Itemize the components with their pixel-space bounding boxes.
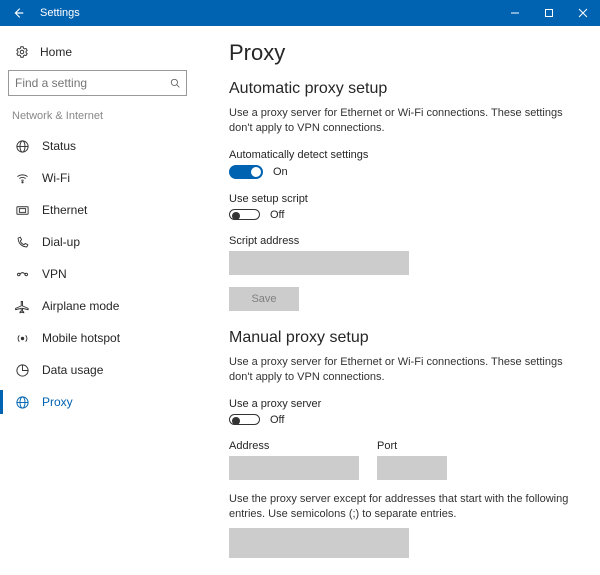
data-usage-icon bbox=[14, 362, 30, 378]
globe-icon bbox=[14, 394, 30, 410]
sidebar-item-label: Ethernet bbox=[42, 203, 87, 217]
titlebar-left: Settings bbox=[0, 0, 80, 26]
app-title: Settings bbox=[40, 7, 80, 19]
vpn-icon bbox=[14, 266, 30, 282]
airplane-icon bbox=[14, 298, 30, 314]
sidebar-item-vpn[interactable]: VPN bbox=[8, 258, 187, 290]
sidebar-item-label: VPN bbox=[42, 267, 67, 281]
hotspot-icon bbox=[14, 330, 30, 346]
close-button[interactable] bbox=[566, 0, 600, 26]
sidebar-item-label: Mobile hotspot bbox=[42, 331, 120, 345]
maximize-icon bbox=[544, 8, 554, 18]
dialup-icon bbox=[14, 234, 30, 250]
sidebar-item-ethernet[interactable]: Ethernet bbox=[8, 194, 187, 226]
auto-heading: Automatic proxy setup bbox=[229, 80, 580, 98]
sidebar-item-label: Dial-up bbox=[42, 235, 80, 249]
detect-label: Automatically detect settings bbox=[229, 149, 580, 161]
auto-desc: Use a proxy server for Ethernet or Wi-Fi… bbox=[229, 106, 569, 137]
sidebar-item-proxy[interactable]: Proxy bbox=[8, 386, 187, 418]
search-icon bbox=[170, 77, 180, 89]
sidebar-item-label: Proxy bbox=[42, 395, 73, 409]
titlebar: Settings bbox=[0, 0, 600, 26]
sidebar-item-label: Data usage bbox=[42, 363, 103, 377]
script-toggle[interactable] bbox=[229, 209, 260, 220]
port-label: Port bbox=[377, 440, 447, 452]
detect-toggle[interactable] bbox=[229, 165, 263, 179]
script-toggle-state: Off bbox=[270, 209, 284, 221]
home-label: Home bbox=[40, 45, 72, 59]
search-input-wrap[interactable] bbox=[8, 70, 187, 96]
script-toggle-label: Use setup script bbox=[229, 193, 580, 205]
detect-state: On bbox=[273, 166, 288, 178]
manual-desc: Use a proxy server for Ethernet or Wi-Fi… bbox=[229, 355, 569, 386]
sidebar-item-dialup[interactable]: Dial-up bbox=[8, 226, 187, 258]
address-label: Address bbox=[229, 440, 359, 452]
address-input[interactable] bbox=[229, 456, 359, 480]
exceptions-input[interactable] bbox=[229, 528, 409, 558]
minimize-icon bbox=[510, 8, 520, 18]
ethernet-icon bbox=[14, 202, 30, 218]
page-title: Proxy bbox=[229, 40, 580, 66]
gear-icon bbox=[14, 44, 30, 60]
port-input[interactable] bbox=[377, 456, 447, 480]
back-button[interactable] bbox=[0, 0, 36, 26]
search-input[interactable] bbox=[15, 76, 170, 90]
use-proxy-state: Off bbox=[270, 414, 284, 426]
window-controls bbox=[498, 0, 600, 26]
sidebar-item-airplane[interactable]: Airplane mode bbox=[8, 290, 187, 322]
except-desc: Use the proxy server except for addresse… bbox=[229, 492, 569, 523]
manual-heading: Manual proxy setup bbox=[229, 329, 580, 347]
script-addr-label: Script address bbox=[229, 235, 580, 247]
sidebar-item-label: Status bbox=[42, 139, 76, 153]
arrow-left-icon bbox=[11, 6, 25, 20]
sidebar: Home Network & Internet Status Wi-Fi Eth… bbox=[0, 26, 195, 575]
minimize-button[interactable] bbox=[498, 0, 532, 26]
sidebar-item-label: Wi-Fi bbox=[42, 171, 70, 185]
save-button[interactable]: Save bbox=[229, 287, 299, 311]
main: Proxy Automatic proxy setup Use a proxy … bbox=[195, 26, 600, 575]
home-item[interactable]: Home bbox=[8, 40, 187, 70]
search-wrap bbox=[8, 70, 187, 96]
sidebar-item-datausage[interactable]: Data usage bbox=[8, 354, 187, 386]
sidebar-item-label: Airplane mode bbox=[42, 299, 119, 313]
sidebar-item-status[interactable]: Status bbox=[8, 130, 187, 162]
maximize-button[interactable] bbox=[532, 0, 566, 26]
use-proxy-label: Use a proxy server bbox=[229, 398, 580, 410]
script-address-input[interactable] bbox=[229, 251, 409, 275]
nav-group-label: Network & Internet bbox=[8, 110, 187, 130]
close-icon bbox=[578, 8, 588, 18]
wifi-icon bbox=[14, 170, 30, 186]
use-proxy-toggle[interactable] bbox=[229, 414, 260, 425]
sidebar-item-wifi[interactable]: Wi-Fi bbox=[8, 162, 187, 194]
status-icon bbox=[14, 138, 30, 154]
sidebar-item-hotspot[interactable]: Mobile hotspot bbox=[8, 322, 187, 354]
